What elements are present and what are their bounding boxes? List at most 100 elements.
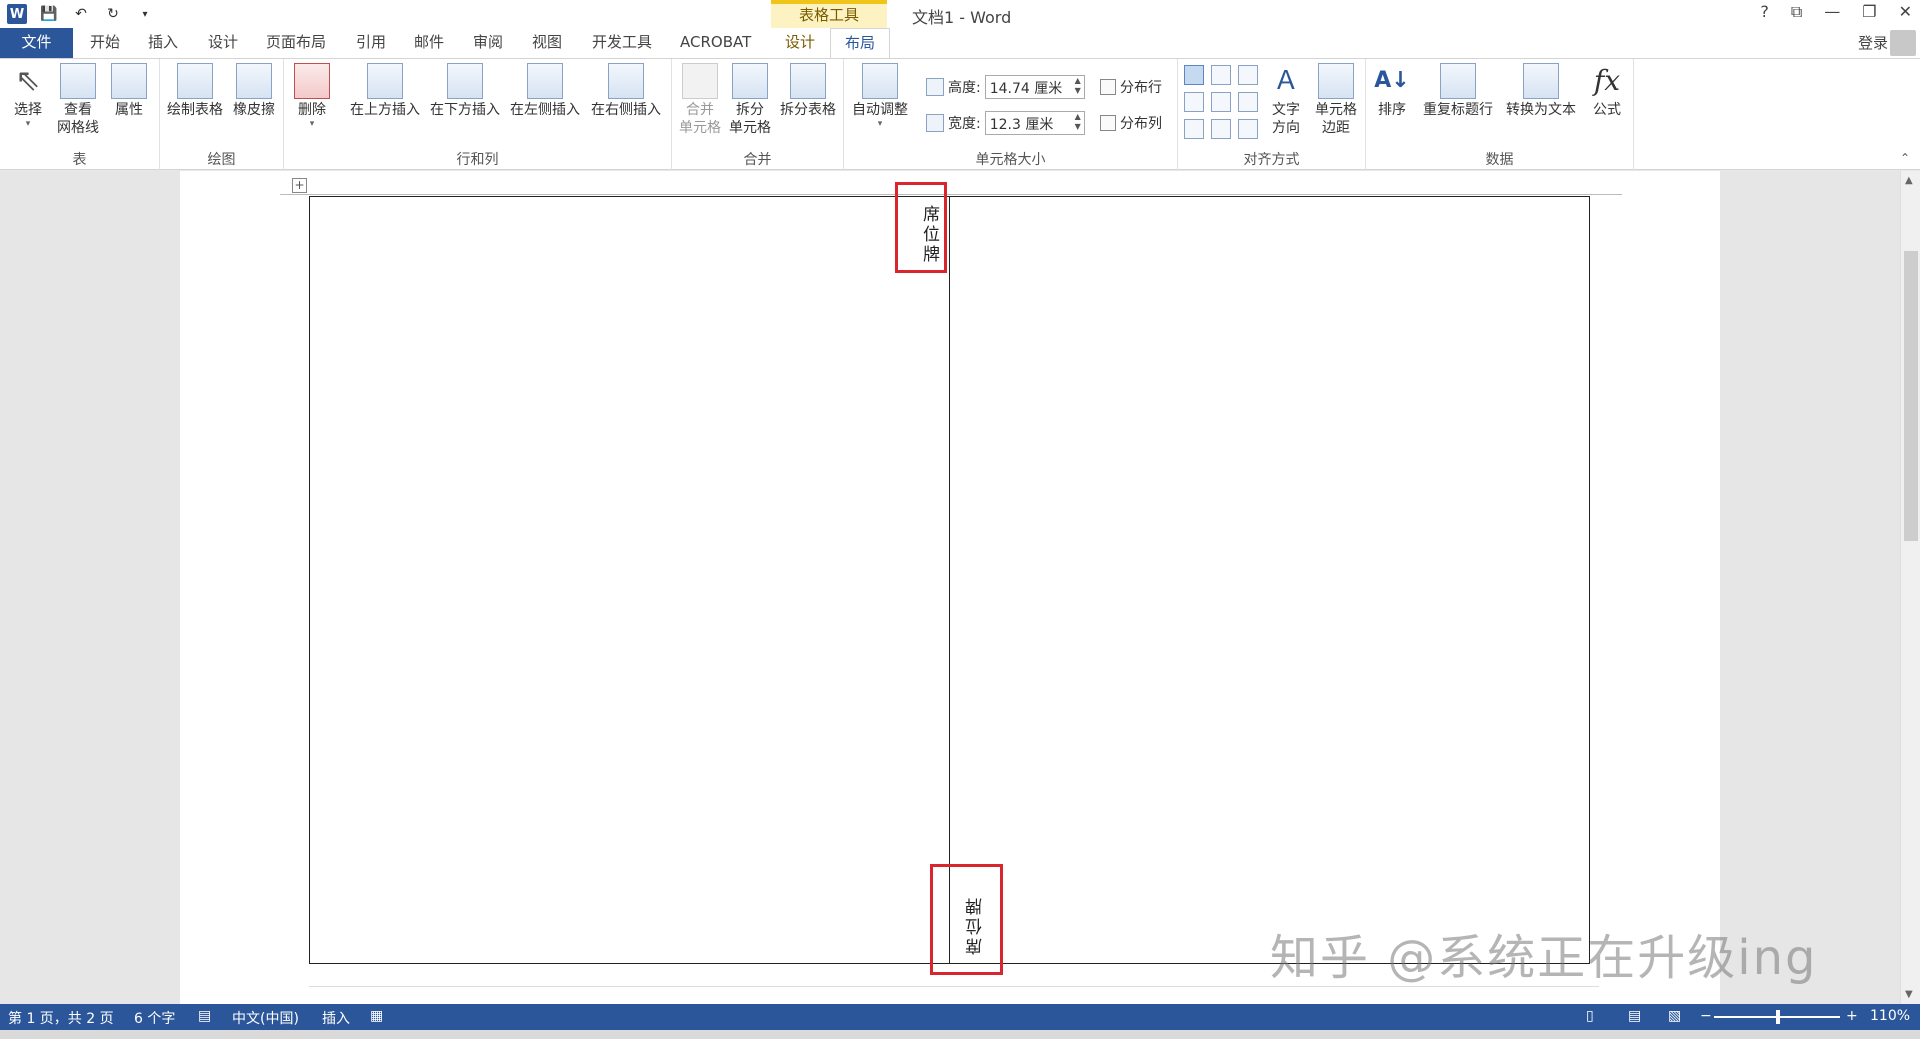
help-icon[interactable]: ? [1760,2,1769,22]
print-layout-icon[interactable]: ▤ [1628,1008,1641,1024]
convert-text-icon [1523,63,1559,99]
align-middle-left-icon[interactable] [1184,92,1204,112]
save-icon[interactable]: 💾 [38,3,60,25]
watermark: 知乎 @系统正在升级ing [1270,930,1818,986]
table-tools-label: 表格工具 [771,0,887,28]
align-top-right-icon[interactable] [1238,65,1258,85]
avatar[interactable] [1890,30,1916,56]
insert-below-button[interactable]: 在下方插入 [426,63,504,119]
read-mode-icon[interactable]: ▯ [1586,1008,1594,1024]
macro-icon[interactable]: ▦ [370,1008,383,1024]
align-bottom-left-icon[interactable] [1184,119,1204,139]
group-draw: 绘制表格 橡皮擦 绘图 [160,59,284,171]
distribute-cols-button[interactable]: 分布列 [1100,113,1162,133]
insert-left-icon [527,63,563,99]
eraser-icon [236,63,272,99]
page-count[interactable]: 第 1 页，共 2 页 [8,1008,114,1028]
ribbon-display-icon[interactable]: ⧉ [1791,2,1802,22]
align-bottom-right-icon[interactable] [1238,119,1258,139]
tab-home[interactable]: 开始 [76,28,134,58]
draw-table-icon [177,63,213,99]
document-title: 文档1 - Word [912,8,1012,27]
tab-file[interactable]: 文件 [0,28,73,58]
split-table-button[interactable]: 拆分表格 [776,63,840,119]
tab-view[interactable]: 视图 [518,28,576,58]
split-cells-button[interactable]: 拆分 单元格 [726,63,774,137]
proofing-icon[interactable]: ▤ [198,1008,211,1024]
align-top-left-icon[interactable] [1184,65,1204,85]
repeat-header-button[interactable]: 重复标题行 [1418,63,1498,119]
group-table: ⇖ 选择 ▾ 查看 网格线 属性 表 [0,59,160,171]
tab-design[interactable]: 设计 [194,28,252,58]
draw-table-button[interactable]: 绘制表格 [164,63,226,119]
web-layout-icon[interactable]: ▧ [1668,1008,1681,1024]
formula-button[interactable]: fx 公式 [1586,63,1628,119]
table-move-handle-icon[interactable]: + [292,178,307,193]
select-button[interactable]: ⇖ 选择 ▾ [8,63,48,129]
convert-to-text-button[interactable]: 转换为文本 [1500,63,1582,119]
merge-cells-icon [682,63,718,99]
width-spinner-icon[interactable]: ▲ ▼ [1075,112,1081,132]
insert-right-button[interactable]: 在右侧插入 [586,63,666,119]
insert-left-button[interactable]: 在左侧插入 [506,63,584,119]
title-bar: W 💾 ↶ ↻ ▾ 表格工具 文档1 - Word ? ⧉ — ❐ ✕ [0,0,1920,28]
scroll-thumb[interactable] [1904,251,1918,541]
sort-button[interactable]: A↓ 排序 [1372,63,1412,119]
zoom-out-icon[interactable]: − [1700,1008,1712,1024]
properties-button[interactable]: 属性 [108,63,150,119]
quick-access-toolbar: W 💾 ↶ ↻ ▾ [6,3,156,25]
col-width-icon [926,114,944,132]
tab-references[interactable]: 引用 [342,28,400,58]
view-gridlines-button[interactable]: 查看 网格线 [54,63,102,137]
tab-table-layout[interactable]: 布局 [830,28,891,58]
eraser-button[interactable]: 橡皮擦 [228,63,280,119]
col-width-input[interactable]: 12.3 厘米 ▲ ▼ [984,111,1085,135]
height-spinner-icon[interactable]: ▲ ▼ [1075,76,1081,96]
text-direction-icon: Ａ [1272,66,1299,96]
tab-mailings[interactable]: 邮件 [400,28,458,58]
autofit-button[interactable]: 自动调整 ▾ [848,63,912,129]
row-height-input[interactable]: 14.74 厘米 ▲ ▼ [984,75,1085,99]
tab-page-layout[interactable]: 页面布局 [252,28,340,58]
tab-table-design[interactable]: 设计 [771,28,829,58]
tab-acrobat[interactable]: ACROBAT [666,28,765,58]
align-top-center-icon[interactable] [1211,65,1231,85]
distribute-rows-button[interactable]: 分布行 [1100,77,1162,97]
login-link[interactable]: 登录 [1858,32,1888,53]
tab-developer[interactable]: 开发工具 [578,28,666,58]
customize-qat-icon[interactable]: ▾ [134,3,156,25]
formula-fx-icon: fx [1593,64,1621,97]
delete-button[interactable]: 删除 ▾ [290,63,334,129]
restore-icon[interactable]: ❐ [1862,2,1876,22]
insert-above-button[interactable]: 在上方插入 [346,63,424,119]
merge-cells-button[interactable]: 合并 单元格 [676,63,724,137]
redo-icon[interactable]: ↻ [102,3,124,25]
text-direction-button[interactable]: Ａ 文字 方向 [1264,63,1308,137]
close-icon[interactable]: ✕ [1899,2,1912,22]
split-cells-icon [732,63,768,99]
align-bottom-center-icon[interactable] [1211,119,1231,139]
undo-icon[interactable]: ↶ [70,3,92,25]
tab-review[interactable]: 审阅 [459,28,517,58]
insert-right-icon [608,63,644,99]
table-column-divider[interactable] [949,196,950,964]
zoom-slider-knob[interactable] [1776,1010,1780,1024]
language[interactable]: 中文(中国) [232,1008,299,1028]
collapse-ribbon-icon[interactable]: ⌃ [1900,151,1910,165]
cell-margins-button[interactable]: 单元格 边距 [1310,63,1362,137]
align-middle-right-icon[interactable] [1238,92,1258,112]
highlight-box-bottom [930,864,1003,975]
minimize-icon[interactable]: — [1824,2,1840,22]
vertical-scrollbar[interactable]: ▲ ▼ [1900,171,1920,1004]
sort-az-icon: A↓ [1374,68,1410,93]
tab-insert[interactable]: 插入 [134,28,192,58]
ribbon-tabs: 文件 开始 插入 设计 页面布局 引用 邮件 审阅 视图 开发工具 ACROBA… [0,28,1920,58]
scroll-up-icon[interactable]: ▲ [1905,175,1913,186]
group-merge: 合并 单元格 拆分 单元格 拆分表格 合并 [672,59,844,171]
word-count[interactable]: 6 个字 [134,1008,175,1028]
zoom-level[interactable]: 110% [1870,1008,1910,1024]
zoom-in-icon[interactable]: + [1846,1008,1858,1024]
align-middle-center-icon[interactable] [1211,92,1231,112]
insert-mode[interactable]: 插入 [322,1008,350,1028]
scroll-down-icon[interactable]: ▼ [1905,989,1913,1000]
